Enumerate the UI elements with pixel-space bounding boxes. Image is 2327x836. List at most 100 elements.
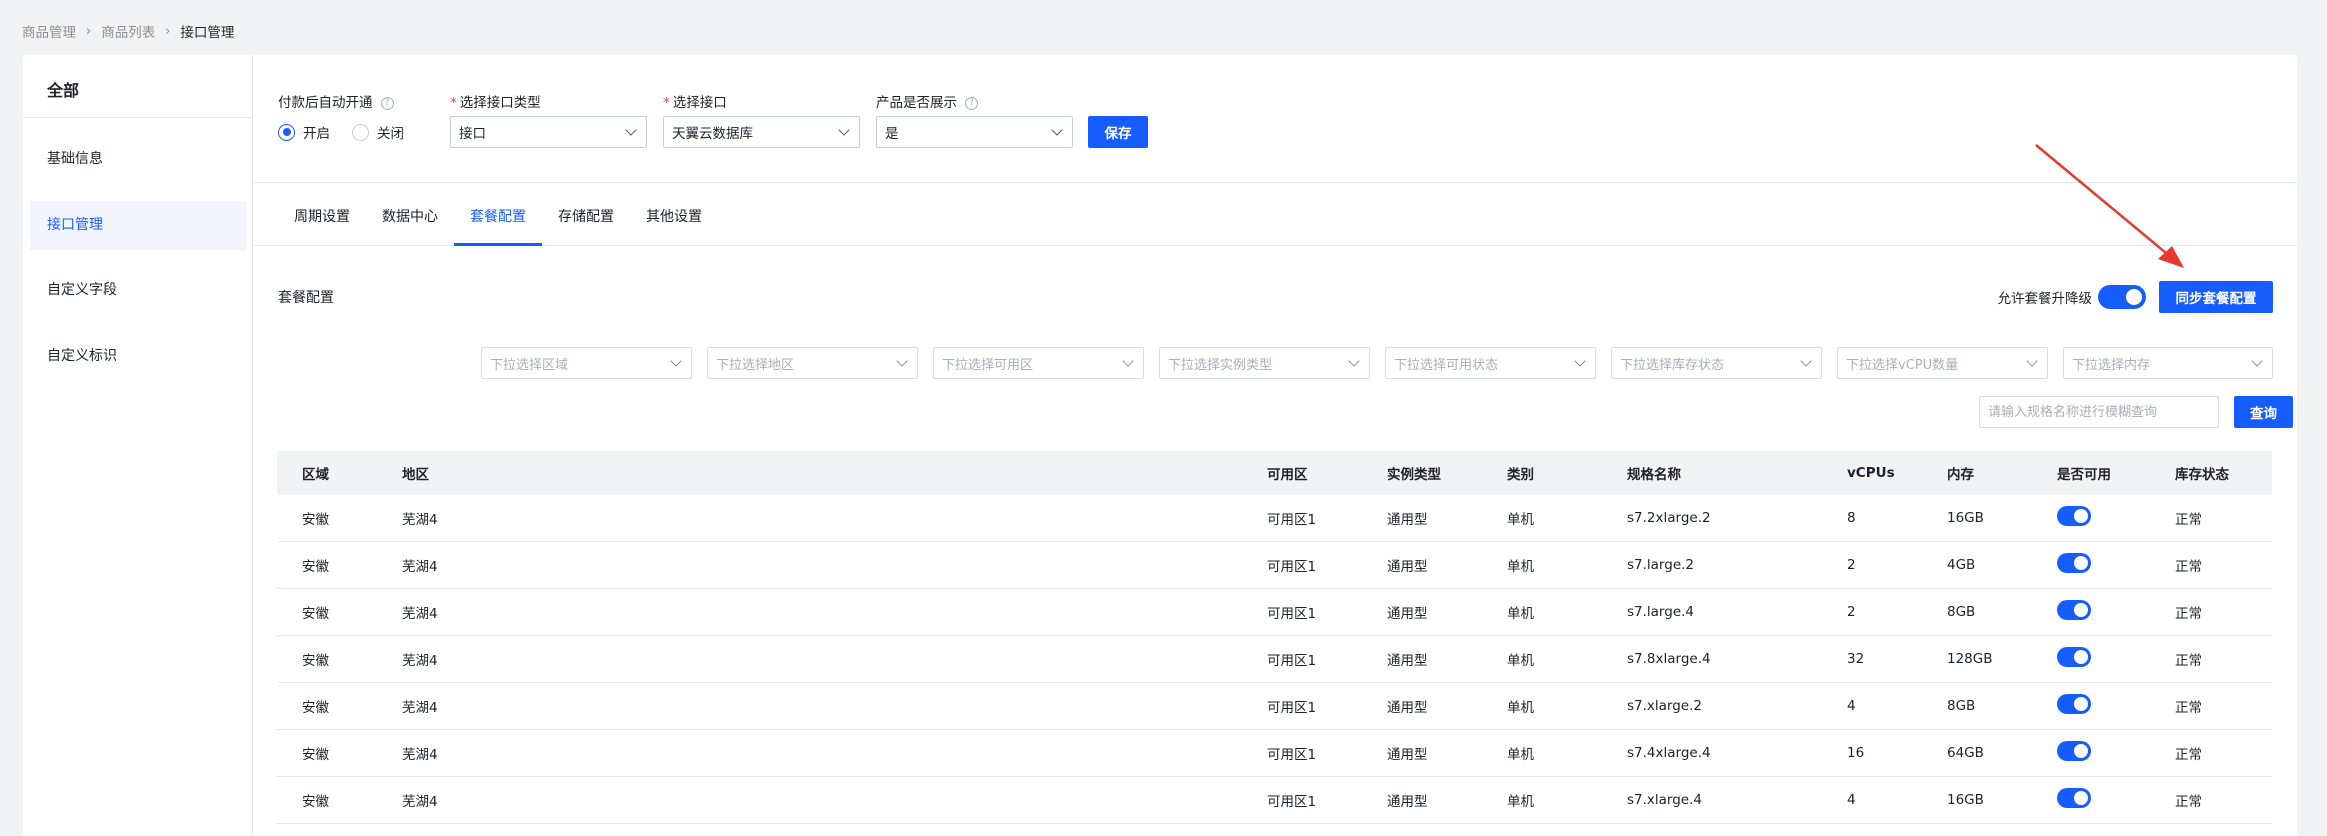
cell-area: 芜湖4 (402, 606, 438, 622)
filter-area-select[interactable]: 下拉选择地区 (707, 347, 918, 379)
sidebar-item-custom-tags[interactable]: 自定义标识 (30, 332, 246, 381)
tab-package-config[interactable]: 套餐配置 (470, 206, 526, 226)
interface-value: 天翼云数据库 (672, 126, 753, 142)
sidebar-item-custom-fields[interactable]: 自定义字段 (30, 266, 246, 315)
cell-instance-type: 通用型 (1387, 606, 1428, 622)
cell-area: 芜湖4 (402, 653, 438, 669)
main-panel: 付款后自动开通? 开启 关闭 * 选择接口类型 接口 * 选择接口 天翼云数据库… (254, 55, 2297, 836)
filter-stock-select[interactable]: 下拉选择库存状态 (1611, 347, 1822, 379)
table-row-inner: 安徽 芜湖4 可用区1 通用型 单机 s7.large.2 2 4GB 正常 (277, 542, 2272, 588)
tab-active-indicator (454, 243, 542, 246)
allow-upgrade-switch[interactable] (2098, 285, 2146, 309)
available-switch[interactable] (2057, 553, 2091, 573)
cell-memory: 4GB (1947, 557, 1976, 573)
filter-region-placeholder: 下拉选择区域 (490, 357, 569, 373)
breadcrumb-item-goods-list[interactable]: 商品列表 (101, 21, 155, 41)
cell-zone: 可用区1 (1267, 700, 1317, 716)
cell-memory: 16GB (1947, 510, 1984, 526)
query-button[interactable]: 查询 (2234, 396, 2293, 428)
table-row: 安徽 芜湖4 可用区1 通用型 单机 s7.4xlarge.4 16 64GB 正常 (277, 730, 2272, 777)
interface-type-select[interactable]: 接口 (450, 116, 647, 148)
available-switch[interactable] (2057, 694, 2091, 714)
spec-search-input[interactable] (1979, 396, 2219, 428)
filter-region-select[interactable]: 下拉选择区域 (481, 347, 692, 379)
breadcrumb-separator: › (165, 23, 171, 39)
cell-instance-type: 通用型 (1387, 653, 1428, 669)
interface-settings-form: 付款后自动开通? 开启 关闭 * 选择接口类型 接口 * 选择接口 天翼云数据库… (254, 55, 2297, 183)
chevron-down-icon (1574, 355, 1586, 367)
cell-category: 单机 (1507, 606, 1534, 622)
breadcrumb-item-goods-management[interactable]: 商品管理 (22, 21, 76, 41)
cell-available (2057, 694, 2091, 718)
table-row: 安徽 芜湖4 可用区1 通用型 单机 s7.large.4 2 8GB 正常 (277, 589, 2272, 636)
header-vcpus: vCPUs (1847, 465, 1895, 481)
cell-spec-name: s7.8xlarge.4 (1627, 651, 1711, 667)
help-icon[interactable]: ? (965, 96, 978, 110)
available-switch[interactable] (2057, 647, 2091, 667)
interface-select[interactable]: 天翼云数据库 (663, 116, 860, 148)
required-mark: * (663, 95, 670, 111)
cell-spec-name: s7.2xlarge.2 (1627, 510, 1711, 526)
cell-zone: 可用区1 (1267, 747, 1317, 763)
cell-memory: 64GB (1947, 745, 1984, 761)
cell-region: 安徽 (302, 653, 329, 669)
table-row-inner: 安徽 芜湖4 可用区1 通用型 单机 s7.xlarge.2 4 8GB 正常 (277, 683, 2272, 729)
cell-stock-status: 正常 (2175, 559, 2202, 575)
filter-zone-select[interactable]: 下拉选择可用区 (933, 347, 1144, 379)
sidebar-title-all[interactable]: 全部 (47, 77, 79, 101)
interface-type-label: * 选择接口类型 (450, 91, 541, 111)
cell-region: 安徽 (302, 794, 329, 810)
cell-category: 单机 (1507, 512, 1534, 528)
tab-data-center[interactable]: 数据中心 (382, 206, 438, 226)
filter-instance-type-select[interactable]: 下拉选择实例类型 (1159, 347, 1370, 379)
radio-unchecked-icon (352, 123, 369, 141)
available-switch[interactable] (2057, 600, 2091, 620)
cell-spec-name: s7.large.2 (1627, 557, 1695, 573)
table-body: 安徽 芜湖4 可用区1 通用型 单机 s7.2xlarge.2 8 16GB 正常 安徽 芜湖4 可用… (277, 495, 2272, 824)
cell-vcpus: 2 (1847, 557, 1856, 573)
chevron-down-icon (1051, 124, 1063, 136)
package-section-title: 套餐配置 (278, 290, 334, 306)
sidebar-item-basic-info[interactable]: 基础信息 (30, 135, 246, 184)
cell-area: 芜湖4 (402, 559, 438, 575)
display-label-text: 产品是否展示 (876, 95, 957, 111)
auto-open-label-text: 付款后自动开通 (278, 95, 373, 111)
tab-other-settings[interactable]: 其他设置 (646, 206, 702, 226)
filter-availability-select[interactable]: 下拉选择可用状态 (1385, 347, 1596, 379)
display-select[interactable]: 是 (876, 116, 1073, 148)
interface-label-text: 选择接口 (672, 95, 727, 111)
available-switch[interactable] (2057, 788, 2091, 808)
save-button[interactable]: 保存 (1088, 116, 1148, 148)
header-available: 是否可用 (2057, 467, 2111, 483)
header-spec-name: 规格名称 (1627, 467, 1681, 483)
cell-vcpus: 2 (1847, 604, 1856, 620)
cell-instance-type: 通用型 (1387, 747, 1428, 763)
cell-stock-status: 正常 (2175, 606, 2202, 622)
filter-zone-placeholder: 下拉选择可用区 (942, 357, 1034, 373)
available-switch[interactable] (2057, 741, 2091, 761)
filter-stock-placeholder: 下拉选择库存状态 (1620, 357, 1725, 373)
interface-type-value: 接口 (459, 126, 486, 142)
help-icon[interactable]: ? (380, 96, 394, 110)
tab-cycle-settings[interactable]: 周期设置 (294, 206, 350, 226)
cell-category: 单机 (1507, 653, 1534, 669)
package-table: 区域 地区 可用区 实例类型 类别 规格名称 vCPUs 内存 是否可用 库存状… (277, 451, 2272, 824)
breadcrumb: 商品管理 › 商品列表 › 接口管理 (22, 21, 235, 42)
cell-available (2057, 600, 2091, 624)
radio-disable[interactable]: 关闭 (352, 122, 404, 142)
cell-stock-status: 正常 (2175, 700, 2202, 716)
available-switch[interactable] (2057, 506, 2091, 526)
filter-vcpu-select[interactable]: 下拉选择vCPU数量 (1837, 347, 2048, 379)
chevron-down-icon (896, 355, 908, 367)
cell-area: 芜湖4 (402, 794, 438, 810)
cell-category: 单机 (1507, 747, 1534, 763)
radio-enable[interactable]: 开启 (278, 122, 330, 142)
tab-storage-config[interactable]: 存储配置 (558, 206, 614, 226)
breadcrumb-item-current: 接口管理 (180, 25, 235, 41)
filter-memory-select[interactable]: 下拉选择内存 (2063, 347, 2273, 379)
cell-instance-type: 通用型 (1387, 559, 1428, 575)
sidebar-item-interface-management[interactable]: 接口管理 (30, 201, 246, 250)
filter-availability-placeholder: 下拉选择可用状态 (1394, 357, 1499, 373)
chevron-down-icon (1800, 355, 1812, 367)
sync-package-button[interactable]: 同步套餐配置 (2159, 281, 2273, 313)
